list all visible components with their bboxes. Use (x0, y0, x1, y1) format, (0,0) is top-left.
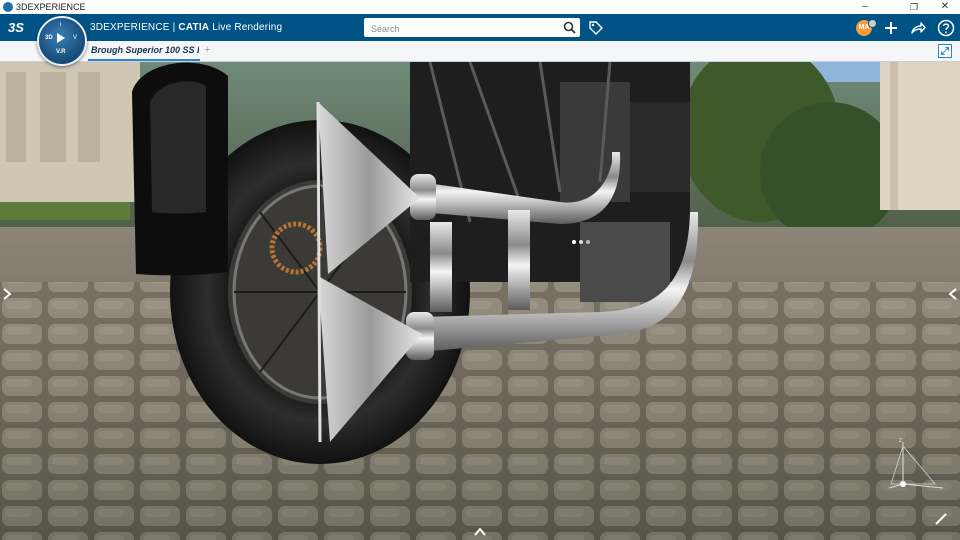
top-bar: 3S 3DEXPERIENCE | CATIA Live Rendering M… (0, 14, 960, 41)
window-title-bar: 3DEXPERIENCE – ❐ ✕ (0, 0, 960, 15)
compass-play-icon[interactable] (57, 33, 65, 43)
tab-brough-superior[interactable]: Brough Superior 100 SS Ro (88, 41, 200, 61)
brand-product: CATIA (178, 22, 210, 33)
share-icon[interactable] (909, 19, 927, 37)
chevron-left-icon[interactable] (948, 288, 958, 300)
dassault-logo-icon[interactable]: 3S (8, 18, 28, 38)
render-viewport[interactable]: z (0, 62, 960, 540)
chevron-up-icon[interactable] (474, 527, 486, 537)
collapse-icon[interactable] (938, 44, 952, 58)
axis-triad-icon[interactable]: z (885, 436, 947, 494)
dots-indicator-icon (572, 240, 590, 244)
app-brand: 3DEXPERIENCE | CATIA Live Rendering (90, 22, 282, 33)
compass-version-label[interactable]: V.R (56, 49, 65, 55)
compass-info-label[interactable]: i (60, 22, 61, 28)
tab-bar: Brough Superior 100 SS Ro + (0, 41, 960, 62)
minimize-button[interactable]: – (852, 0, 878, 14)
window-title: 3DEXPERIENCE (16, 2, 86, 12)
tab-label: Brough Superior 100 SS Ro (91, 45, 199, 55)
motorcycle-render (0, 62, 960, 540)
svg-text:z: z (899, 438, 902, 444)
add-tab-button[interactable]: + (204, 44, 210, 56)
search-input[interactable] (369, 20, 563, 37)
tag-icon[interactable] (588, 20, 604, 36)
compass-3d-label[interactable]: 3D (45, 35, 53, 41)
search-icon[interactable] (563, 21, 576, 34)
brand-platform: 3DEXPERIENCE (90, 22, 170, 33)
close-button[interactable]: ✕ (932, 0, 958, 14)
compass-v-label[interactable]: V (73, 35, 77, 41)
notification-badge (868, 19, 877, 28)
compass-widget[interactable]: i 3D V V.R (37, 16, 87, 66)
brand-app-name: Live Rendering (209, 22, 283, 33)
help-icon[interactable] (937, 19, 955, 37)
add-icon[interactable] (882, 19, 900, 37)
chevron-right-icon[interactable] (2, 288, 12, 300)
restore-button[interactable]: ❐ (901, 0, 927, 14)
app-icon (3, 2, 13, 12)
search-box[interactable] (364, 18, 580, 37)
pencil-icon[interactable] (934, 512, 948, 526)
